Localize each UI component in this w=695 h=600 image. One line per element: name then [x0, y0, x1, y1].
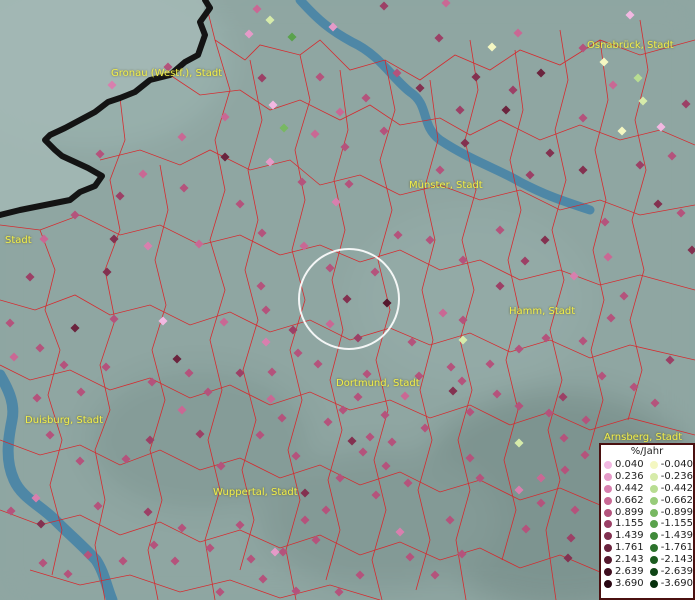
- legend-row: 2.639 -2.639: [601, 566, 693, 578]
- legend-swatch: [649, 496, 658, 505]
- legend-swatch: [604, 520, 612, 529]
- legend-entry-positive: 2.639: [601, 566, 647, 578]
- legend-title: %/Jahr: [630, 446, 664, 457]
- legend-swatch: [649, 460, 658, 469]
- legend-swatch: [604, 460, 612, 469]
- legend-swatch: [604, 496, 612, 505]
- legend-label: 0.662: [615, 494, 644, 506]
- legend-swatch: [604, 508, 612, 517]
- legend-row: 0.662 -0.662: [601, 495, 693, 507]
- legend-label: 0.236: [615, 470, 644, 482]
- legend-label: 0.899: [615, 506, 644, 518]
- legend-row: 0.236 -0.236: [601, 471, 693, 483]
- legend-label: 2.639: [615, 566, 644, 578]
- city-name: Münster, Stadt: [409, 180, 483, 191]
- city-name: Wuppertal, Stadt: [213, 487, 298, 498]
- legend-entry-positive: 0.040: [601, 459, 647, 471]
- legend-label: -3.690: [660, 577, 693, 589]
- legend-label: -2.639: [660, 566, 693, 578]
- legend-row: 0.899 -0.899: [601, 507, 693, 519]
- legend-entry-positive: 1.761: [601, 542, 647, 554]
- legend-row: 1.155 -1.155: [601, 518, 693, 530]
- legend-swatch: [649, 544, 658, 553]
- legend-entry-positive: 0.662: [601, 495, 647, 507]
- legend-swatch: [604, 567, 612, 576]
- city-label-muenster: Münster, Stadt: [409, 180, 483, 192]
- legend-label: 3.690: [615, 577, 644, 589]
- legend-entry-negative: -1.761: [647, 542, 693, 554]
- legend-swatch: [649, 520, 658, 529]
- city-name: Dortmund, Stadt: [336, 378, 420, 389]
- legend-row: 1.761 -1.761: [601, 542, 693, 554]
- city-label-wuppertal: Wuppertal, Stadt: [213, 487, 298, 499]
- city-label-partial-west: Stadt: [5, 235, 32, 247]
- legend-label: 0.040: [615, 459, 644, 470]
- legend-row: 3.690 -3.690: [601, 578, 693, 590]
- legend-row: 2.143 -2.143: [601, 554, 693, 566]
- legend-label: -1.761: [660, 542, 693, 554]
- map-legend: %/Jahr 0.040 -0.040 0.236 -0.236 0.442 -0.442…: [599, 443, 695, 600]
- legend-swatch: [604, 556, 612, 565]
- legend-entry-negative: -0.899: [647, 507, 693, 519]
- legend-swatch: [649, 508, 658, 517]
- legend-entry-negative: -0.442: [647, 483, 693, 495]
- city-name: Arnsberg, Stadt: [604, 432, 683, 443]
- legend-label: -0.442: [660, 482, 693, 494]
- legend-swatch: [649, 532, 658, 541]
- legend-entry-positive: 0.899: [601, 507, 647, 519]
- city-name: Hamm, Stadt: [509, 306, 576, 317]
- legend-entry-positive: 2.143: [601, 554, 647, 566]
- legend-swatch: [649, 472, 658, 481]
- map-base-layer: [0, 0, 695, 600]
- legend-entry-negative: -0.040: [647, 459, 693, 471]
- legend-entry-negative: -1.439: [647, 530, 693, 542]
- legend-entry-positive: 0.236: [601, 471, 647, 483]
- legend-label: -0.899: [660, 506, 693, 518]
- city-label-hamm: Hamm, Stadt: [509, 306, 575, 318]
- legend-entry-positive: 1.155: [601, 518, 647, 530]
- legend-label: -0.662: [660, 494, 693, 506]
- legend-swatch: [649, 567, 658, 576]
- legend-label: 1.439: [615, 530, 644, 542]
- legend-entry-positive: 0.442: [601, 483, 647, 495]
- legend-swatch: [649, 579, 658, 588]
- legend-entry-negative: -2.639: [647, 566, 693, 578]
- legend-swatch: [604, 472, 612, 481]
- legend-label: -0.040: [660, 459, 693, 470]
- legend-label: -1.439: [660, 530, 693, 542]
- legend-swatch: [649, 484, 658, 493]
- city-name: Gronau (Westf.), Stadt: [111, 68, 223, 79]
- legend-entry-positive: 3.690: [601, 578, 647, 590]
- legend-entry-positive: 1.439: [601, 530, 647, 542]
- legend-entry-negative: -2.143: [647, 554, 693, 566]
- legend-label: 1.155: [615, 518, 644, 530]
- city-name: Duisburg, Stadt: [25, 415, 104, 426]
- legend-swatch: [649, 556, 658, 565]
- legend-label: 1.761: [615, 542, 644, 554]
- legend-swatch: [604, 579, 612, 588]
- legend-entry-negative: -0.236: [647, 471, 693, 483]
- legend-swatch: [604, 544, 612, 553]
- city-label-dortmund: Dortmund, Stadt: [336, 378, 420, 390]
- legend-entry-negative: -1.155: [647, 518, 693, 530]
- city-name: Osnabrück, Stadt: [587, 40, 674, 51]
- city-label-duisburg: Duisburg, Stadt: [25, 415, 103, 427]
- legend-row: 0.442 -0.442: [601, 483, 693, 495]
- legend-label: -0.236: [660, 470, 693, 482]
- legend-entry-negative: -3.690: [647, 578, 693, 590]
- legend-label: -2.143: [660, 554, 693, 566]
- map-view[interactable]: Gronau (Westf.), Stadt Osnabrück, Stadt …: [0, 0, 695, 600]
- legend-row: 0.040 -0.040: [601, 459, 693, 471]
- legend-label: 0.442: [615, 482, 644, 494]
- city-label-osnabrueck: Osnabrück, Stadt: [587, 40, 674, 52]
- legend-label: -1.155: [660, 518, 693, 530]
- city-name: Stadt: [5, 235, 32, 246]
- legend-label: 2.143: [615, 554, 644, 566]
- city-label-gronau: Gronau (Westf.), Stadt: [111, 68, 222, 80]
- legend-rows: 0.040 -0.040 0.236 -0.236 0.442 -0.442 0.662 -0…: [601, 459, 693, 590]
- legend-row: 1.439 -1.439: [601, 530, 693, 542]
- legend-swatch: [604, 484, 612, 493]
- legend-entry-negative: -0.662: [647, 495, 693, 507]
- legend-swatch: [604, 532, 612, 541]
